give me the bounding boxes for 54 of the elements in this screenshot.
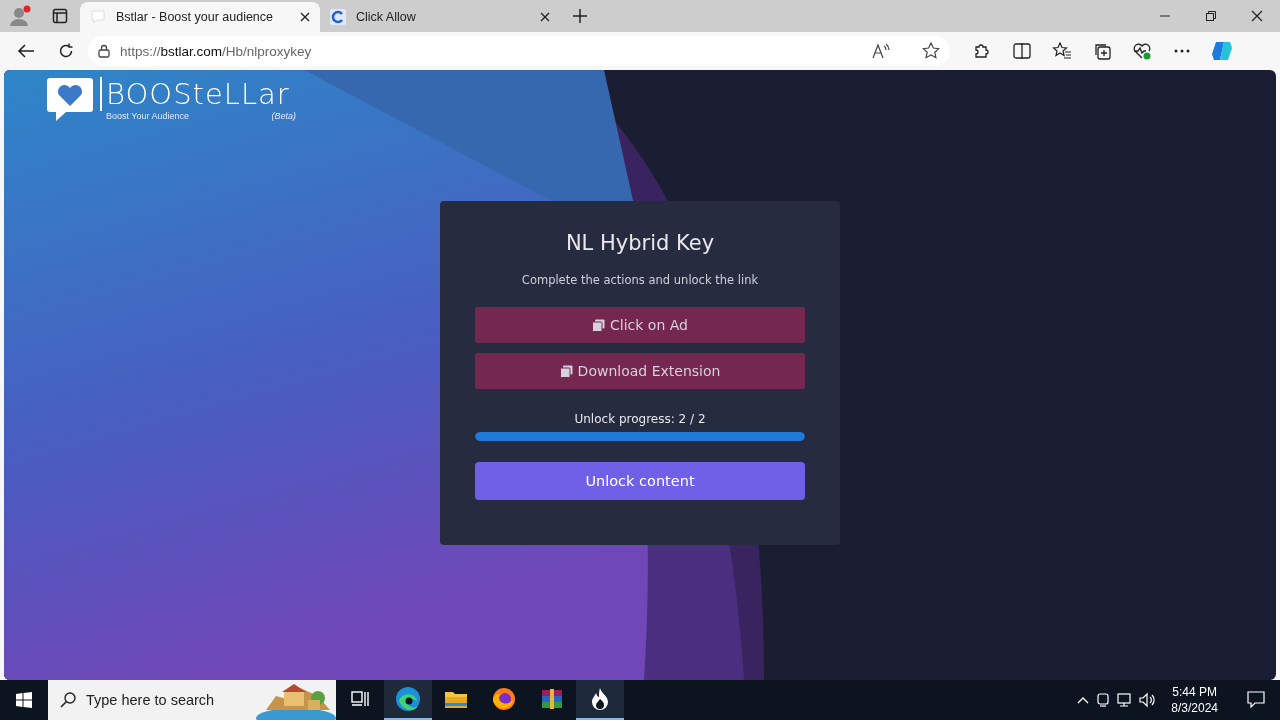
speaker-icon[interactable] — [1139, 692, 1158, 708]
heart-pulse-icon[interactable] — [1132, 42, 1152, 60]
refresh-arrows-icon — [330, 9, 346, 25]
logo-tagline: Boost Your Audience — [106, 111, 190, 121]
archive-icon[interactable] — [540, 687, 564, 711]
browser-tab[interactable]: Bstlar - Boost your audience — [80, 2, 320, 32]
puzzle-icon[interactable] — [973, 42, 991, 60]
new-tab-icon[interactable] — [573, 9, 587, 23]
restore-icon[interactable] — [1206, 11, 1216, 21]
progress-label: Unlock progress: 2 / 2 — [574, 412, 706, 426]
favorites-icon[interactable] — [1052, 42, 1072, 60]
close-icon[interactable] — [300, 12, 310, 22]
card-subtitle: Complete the actions and unlock the link — [521, 273, 759, 287]
logo-wordmark: BOOSteLLar — [100, 77, 296, 111]
action-button[interactable]: Download Extension — [475, 353, 805, 389]
chevron-up-icon[interactable] — [1077, 696, 1090, 704]
close-icon[interactable] — [1251, 10, 1263, 22]
copy-icon — [559, 364, 573, 378]
windows-start-icon[interactable] — [16, 692, 32, 708]
clock-time[interactable]: 5:44 PM — [1172, 684, 1217, 700]
copy-icon — [592, 318, 606, 332]
tab-actions-icon[interactable] — [52, 8, 68, 24]
collections-icon[interactable] — [1093, 42, 1111, 60]
taskbar-search-field[interactable]: Type here to search — [48, 680, 336, 720]
notification-icon[interactable] — [1247, 690, 1265, 708]
task-view-icon[interactable] — [351, 691, 369, 707]
chat-bubble-icon — [90, 9, 106, 25]
network-icon[interactable] — [1117, 692, 1134, 708]
split-screen-icon[interactable] — [1013, 43, 1031, 59]
close-icon[interactable] — [540, 12, 550, 22]
profile-icon[interactable] — [8, 4, 32, 28]
taskbar-app-button[interactable] — [576, 680, 624, 720]
search-icon — [60, 692, 76, 708]
device-icon[interactable] — [1095, 692, 1112, 708]
reload-icon[interactable] — [58, 43, 74, 59]
unlock-button[interactable]: Unlock content — [475, 462, 805, 500]
beta-label: (Beta) — [271, 111, 296, 121]
edge-browser-icon[interactable] — [395, 686, 421, 712]
folder-icon[interactable] — [444, 689, 468, 709]
flame-icon[interactable] — [590, 687, 610, 711]
copilot-icon[interactable] — [1210, 39, 1234, 63]
address-bar[interactable]: https://bstlar.com/Hb/nlproxykey — [88, 36, 950, 66]
heart-bubble-icon — [46, 76, 94, 122]
action-button[interactable]: Click on Ad — [475, 307, 805, 343]
back-arrow-icon[interactable] — [17, 43, 35, 59]
lock-icon — [98, 44, 110, 58]
card-title: NL Hybrid Key — [565, 231, 715, 255]
clock-date[interactable]: 8/3/2024 — [1171, 700, 1218, 716]
read-aloud-icon[interactable] — [872, 43, 890, 59]
taskbar-app-button[interactable] — [384, 680, 432, 720]
firefox-icon[interactable] — [492, 687, 516, 711]
star-icon[interactable] — [922, 42, 940, 60]
browser-tab[interactable]: Click Allow — [320, 2, 560, 32]
more-icon[interactable] — [1174, 49, 1190, 53]
